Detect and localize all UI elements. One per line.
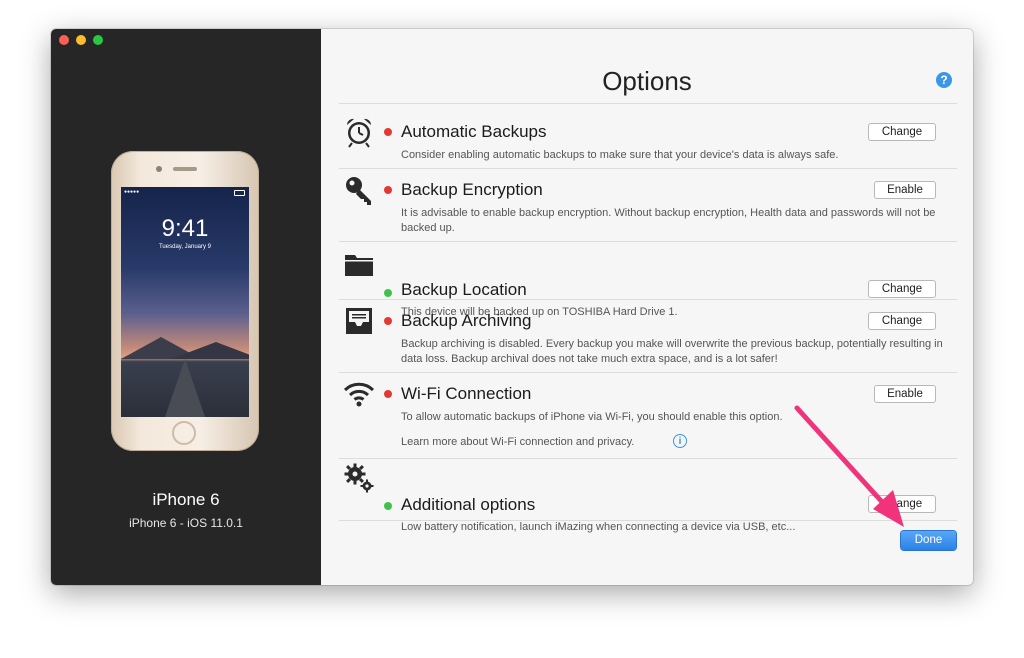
option-description: Backup archiving is disabled. Every back… <box>401 338 943 365</box>
option-title: Wi-Fi Connection <box>401 384 532 403</box>
lock-time: 9:41 <box>161 215 209 242</box>
change-button[interactable]: Change <box>868 495 936 513</box>
status-dot-red <box>384 128 392 136</box>
divider <box>339 372 957 373</box>
option-title: Additional options <box>401 495 536 514</box>
folder-icon <box>343 247 375 279</box>
option-row-additional-options: Additional options Low battery notificat… <box>339 460 957 533</box>
status-dot-green <box>384 502 392 510</box>
device-name: iPhone 6 <box>152 490 220 509</box>
done-button[interactable]: Done <box>901 531 956 550</box>
option-row-wifi-connection: Wi-Fi Connection To allow automatic back… <box>339 374 957 458</box>
enable-button[interactable]: Enable <box>874 385 936 403</box>
divider <box>339 458 957 459</box>
zoom-window-button[interactable] <box>93 35 103 45</box>
device-sidebar: ●●●●● 9:41 Tuesday, January 9 iPhone 6 i… <box>51 29 321 585</box>
options-panel: Options ? Automatic Backups Consider ena <box>321 29 973 585</box>
info-icon[interactable]: i <box>673 434 687 448</box>
option-row-backup-archiving: Backup Archiving Backup archiving is dis… <box>339 301 957 372</box>
divider <box>339 299 957 300</box>
options-window: ●●●●● 9:41 Tuesday, January 9 iPhone 6 i… <box>51 29 973 585</box>
battery-icon <box>234 190 245 196</box>
option-title: Backup Location <box>401 280 527 299</box>
divider <box>339 520 957 521</box>
alarm-clock-icon <box>343 116 375 148</box>
mountain-right <box>171 342 249 359</box>
option-title: Backup Archiving <box>401 311 532 330</box>
key-icon <box>343 174 375 206</box>
change-button[interactable]: Change <box>868 312 936 330</box>
change-button[interactable]: Change <box>868 123 936 141</box>
option-description: Consider enabling automatic backups to m… <box>401 149 839 161</box>
page-dots <box>177 410 193 413</box>
home-button <box>172 421 196 445</box>
close-window-button[interactable] <box>59 35 69 45</box>
wifi-learn-more-text: Learn more about Wi-Fi connection and pr… <box>401 436 635 448</box>
option-description: To allow automatic backups of iPhone via… <box>401 411 783 423</box>
option-row-backup-location: Backup Location This device will be back… <box>339 243 957 318</box>
option-description: It is advisable to enable backup encrypt… <box>401 207 936 234</box>
archive-tray-icon <box>343 305 375 337</box>
wifi-learn-more-row: Learn more about Wi-Fi connection and pr… <box>401 434 687 448</box>
status-dot-red <box>384 317 392 325</box>
status-dot-red <box>384 390 392 398</box>
option-row-automatic-backups: Automatic Backups Consider enabling auto… <box>339 112 957 168</box>
option-description: Low battery notification, launch iMazing… <box>401 521 796 533</box>
enable-button[interactable]: Enable <box>874 181 936 199</box>
lock-screen: ●●●●● 9:41 Tuesday, January 9 <box>121 187 249 417</box>
status-dot-green <box>384 289 392 297</box>
wifi-icon <box>343 378 375 410</box>
change-button[interactable]: Change <box>868 280 936 298</box>
option-title: Automatic Backups <box>401 122 547 141</box>
option-row-backup-encryption: Backup Encryption It is advisable to ena… <box>339 170 957 241</box>
option-title: Backup Encryption <box>401 180 543 199</box>
divider <box>339 168 957 169</box>
device-info: iPhone 6 - iOS 11.0.1 <box>129 516 243 530</box>
status-bar: ●●●●● <box>124 189 140 195</box>
lock-date: Tuesday, January 9 <box>158 244 212 250</box>
help-icon[interactable]: ? <box>936 72 952 88</box>
phone-camera <box>156 166 162 172</box>
status-dot-red <box>384 186 392 194</box>
road <box>165 359 205 417</box>
divider <box>339 103 957 104</box>
device-image: ●●●●● 9:41 Tuesday, January 9 <box>111 151 259 451</box>
gears-icon <box>343 462 375 494</box>
minimize-window-button[interactable] <box>76 35 86 45</box>
page-title: Options <box>602 66 692 96</box>
phone-speaker <box>173 167 197 171</box>
divider <box>339 241 957 242</box>
